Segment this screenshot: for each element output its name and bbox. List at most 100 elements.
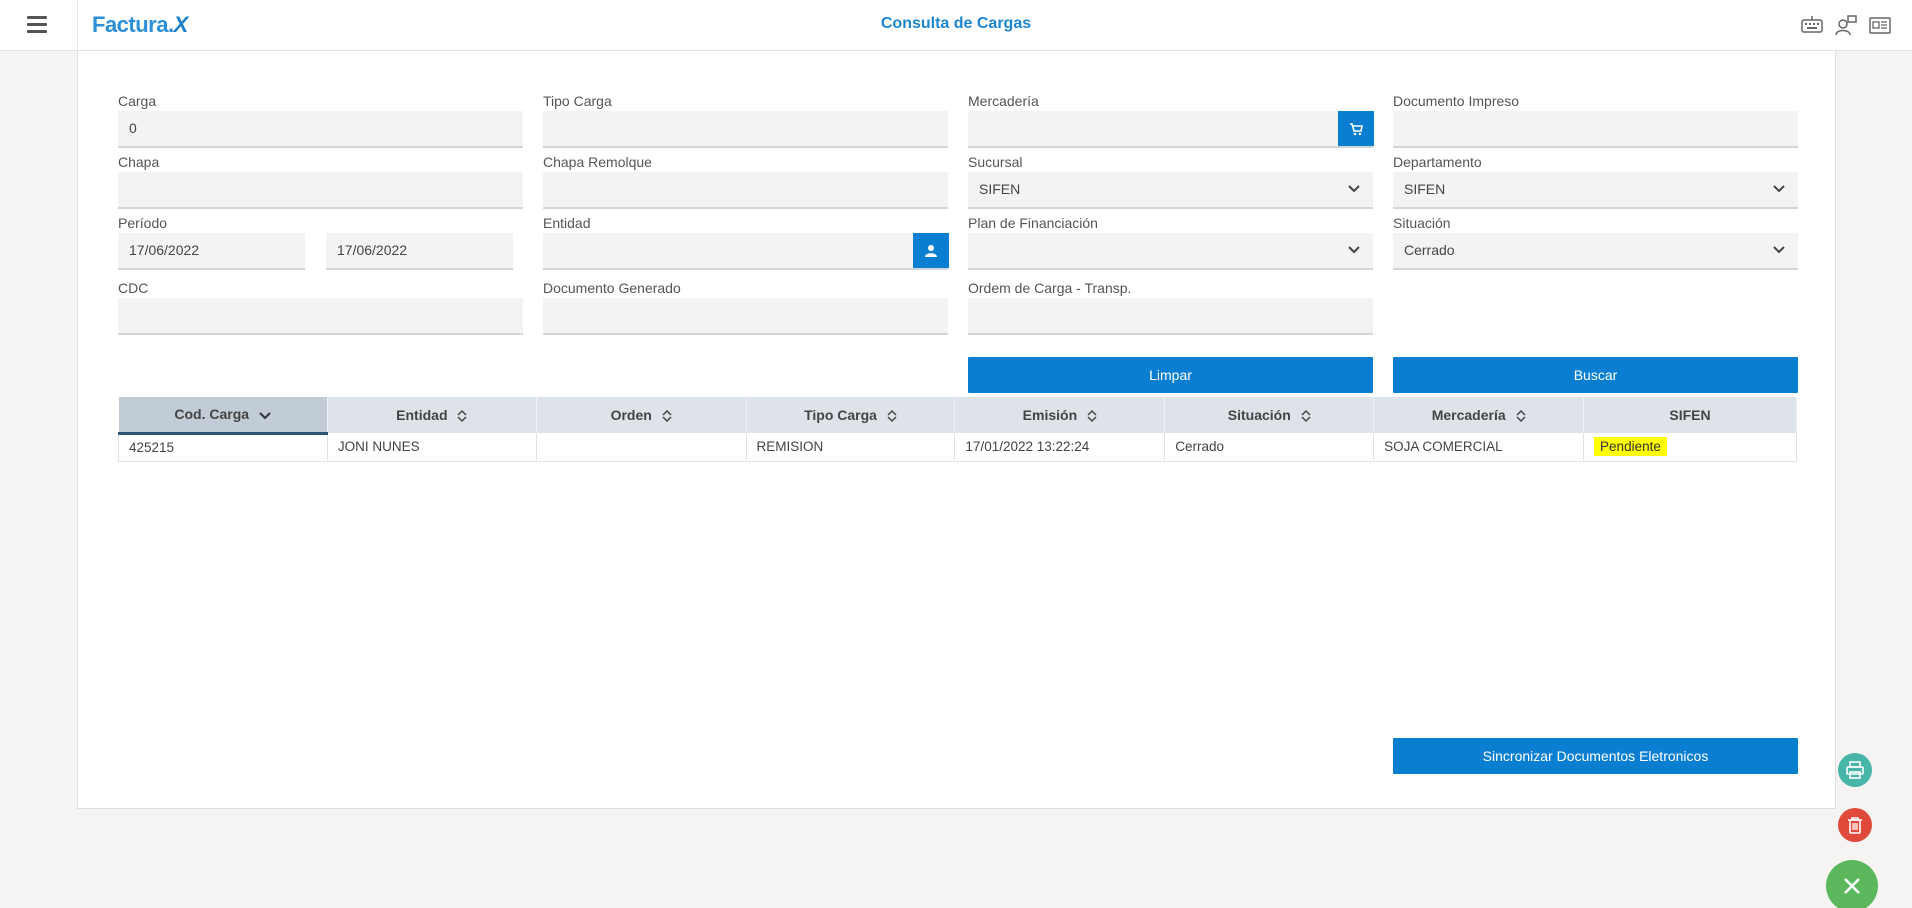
chapa-field: Chapa bbox=[118, 152, 523, 209]
column-header-tipo-carga[interactable]: Tipo Carga bbox=[746, 397, 956, 433]
situacion-label: Situación bbox=[1393, 215, 1451, 231]
printer-icon bbox=[1846, 761, 1864, 779]
top-bar: Factura.X Consulta de Cargas bbox=[0, 0, 1912, 51]
plan-financiacion-label: Plan de Financiación bbox=[968, 215, 1098, 231]
departamento-label: Departamento bbox=[1393, 154, 1482, 170]
carga-input[interactable]: 0 bbox=[118, 111, 523, 148]
carga-label: Carga bbox=[118, 93, 157, 109]
situacion-value: Cerrado bbox=[1404, 242, 1455, 258]
periodo-field: Período 17/06/2022 17/06/2022 bbox=[118, 213, 523, 270]
cell-mercaderia: SOJA COMERCIAL bbox=[1373, 433, 1585, 462]
plan-financiacion-select[interactable] bbox=[968, 233, 1373, 270]
periodo-label: Período bbox=[118, 215, 168, 231]
orden-carga-field: Ordem de Carga - Transp. bbox=[968, 278, 1373, 335]
chevron-down-icon bbox=[1773, 246, 1785, 254]
page-title: Consulta de Cargas bbox=[880, 15, 1032, 32]
mercaderia-label: Mercadería bbox=[968, 93, 1039, 109]
column-header-label: SIFEN bbox=[1669, 407, 1711, 423]
tipo-carga-field: Tipo Carga bbox=[543, 91, 948, 148]
column-header-label: Tipo Carga bbox=[804, 406, 877, 423]
sucursal-select[interactable]: SIFEN bbox=[968, 172, 1373, 209]
chevron-down-icon bbox=[1773, 185, 1785, 193]
column-header-sifen[interactable]: SIFEN bbox=[1583, 397, 1797, 433]
sucursal-label: Sucursal bbox=[968, 154, 1023, 170]
chapa-remolque-label: Chapa Remolque bbox=[543, 154, 652, 170]
print-button[interactable] bbox=[1838, 753, 1872, 787]
sucursal-value: SIFEN bbox=[979, 181, 1021, 197]
cdc-input[interactable] bbox=[118, 298, 523, 335]
column-header-emision[interactable]: Emisión bbox=[954, 397, 1166, 433]
departamento-select[interactable]: SIFEN bbox=[1393, 172, 1798, 209]
id-card-icon[interactable] bbox=[1868, 14, 1892, 36]
column-header-entidad[interactable]: Entidad bbox=[327, 397, 537, 433]
cell-entidad: JONI NUNES bbox=[327, 433, 537, 462]
main-panel: Carga 0 Tipo Carga Mercadería Documento … bbox=[77, 51, 1836, 809]
limpar-button[interactable]: Limpar bbox=[968, 357, 1373, 393]
user-switch-icon[interactable] bbox=[1834, 14, 1858, 36]
sort-icon bbox=[1515, 410, 1526, 423]
orden-carga-input[interactable] bbox=[968, 298, 1373, 335]
sort-icon bbox=[887, 410, 897, 423]
chevron-down-icon bbox=[1348, 185, 1360, 193]
sort-icon bbox=[1301, 410, 1311, 423]
departamento-field: Departamento SIFEN bbox=[1393, 152, 1798, 209]
documento-impreso-input[interactable] bbox=[1393, 111, 1798, 148]
cdc-label: CDC bbox=[118, 280, 149, 296]
cell-tipo-carga: REMISION bbox=[746, 433, 956, 462]
column-header-situacion[interactable]: Situación bbox=[1164, 397, 1375, 433]
documento-generado-field: Documento Generado bbox=[543, 278, 948, 335]
tipo-carga-input[interactable] bbox=[543, 111, 948, 148]
user-icon[interactable] bbox=[913, 233, 949, 268]
cart-icon[interactable] bbox=[1338, 111, 1374, 146]
trash-icon bbox=[1848, 817, 1862, 834]
chevron-down-icon bbox=[1348, 246, 1360, 254]
column-header-label: Entidad bbox=[396, 406, 448, 423]
table-row[interactable]: 425215 JONI NUNES REMISION 17/01/2022 13… bbox=[118, 433, 1797, 462]
periodo-from-input[interactable]: 17/06/2022 bbox=[118, 233, 305, 270]
cdc-field: CDC bbox=[118, 278, 523, 335]
cell-emision: 17/01/2022 13:22:24 bbox=[954, 433, 1166, 462]
situacion-field: Situación Cerrado bbox=[1393, 213, 1798, 270]
entidad-label: Entidad bbox=[543, 215, 591, 231]
cell-cod-carga: 425215 bbox=[118, 433, 328, 462]
documento-impreso-field: Documento Impreso bbox=[1393, 91, 1798, 148]
close-button[interactable] bbox=[1826, 860, 1878, 908]
keyboard-icon[interactable] bbox=[1800, 14, 1824, 36]
chapa-label: Chapa bbox=[118, 154, 160, 170]
cell-orden bbox=[536, 433, 747, 462]
chapa-remolque-field: Chapa Remolque bbox=[543, 152, 948, 209]
header-icons bbox=[1800, 14, 1892, 36]
cell-situacion: Cerrado bbox=[1164, 433, 1375, 462]
column-header-orden[interactable]: Orden bbox=[536, 397, 747, 433]
close-icon bbox=[1844, 878, 1860, 894]
sort-desc-icon bbox=[259, 411, 271, 419]
documento-impreso-label: Documento Impreso bbox=[1393, 93, 1520, 109]
periodo-to-input[interactable]: 17/06/2022 bbox=[326, 233, 513, 270]
sucursal-field: Sucursal SIFEN bbox=[968, 152, 1373, 209]
entidad-input[interactable] bbox=[543, 233, 949, 270]
orden-carga-label: Ordem de Carga - Transp. bbox=[968, 280, 1132, 296]
sincronizar-button[interactable]: Sincronizar Documentos Eletronicos bbox=[1393, 738, 1798, 774]
column-header-cod-carga[interactable]: Cod. Carga bbox=[118, 397, 328, 435]
departamento-value: SIFEN bbox=[1404, 181, 1446, 197]
mercaderia-field: Mercadería bbox=[968, 91, 1374, 148]
column-header-label: Emisión bbox=[1022, 406, 1078, 423]
documento-generado-label: Documento Generado bbox=[543, 280, 681, 296]
plan-financiacion-field: Plan de Financiación bbox=[968, 213, 1373, 270]
buscar-button[interactable]: Buscar bbox=[1393, 357, 1798, 393]
chapa-input[interactable] bbox=[118, 172, 523, 209]
cell-sifen: Pendiente bbox=[1583, 433, 1797, 462]
delete-button[interactable] bbox=[1838, 808, 1872, 842]
documento-generado-input[interactable] bbox=[543, 298, 948, 335]
entidad-field: Entidad bbox=[543, 213, 949, 270]
column-header-mercaderia[interactable]: Mercadería bbox=[1373, 397, 1585, 433]
situacion-select[interactable]: Cerrado bbox=[1393, 233, 1798, 270]
sort-icon bbox=[1087, 410, 1097, 423]
carga-field: Carga 0 bbox=[118, 91, 523, 148]
tipo-carga-label: Tipo Carga bbox=[543, 93, 612, 109]
results-table: Cod. Carga Entidad Orden Tipo Carga Emis… bbox=[118, 397, 1797, 462]
mercaderia-input[interactable] bbox=[968, 111, 1374, 148]
chapa-remolque-input[interactable] bbox=[543, 172, 948, 209]
column-header-label: Cod. Carga bbox=[174, 406, 250, 423]
column-header-label: Orden bbox=[610, 406, 652, 423]
